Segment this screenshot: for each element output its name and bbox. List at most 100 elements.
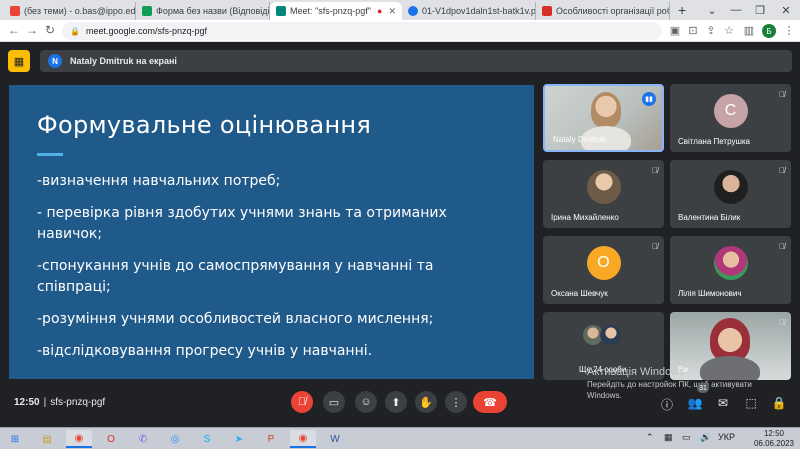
system-clock[interactable]: 12:50 06.06.2023: [752, 429, 796, 449]
people-icon[interactable]: 👥: [687, 396, 703, 410]
keyboard-language[interactable]: УКР: [718, 432, 735, 442]
tab-label: 01-V1dpov1daln1st-batk1v.pd: [422, 6, 536, 16]
camera-toggle-button[interactable]: ▭: [323, 391, 345, 413]
side-panel-icon[interactable]: ▥: [742, 24, 756, 37]
battery-icon[interactable]: ▭: [682, 432, 691, 443]
reactions-button[interactable]: ☺: [355, 391, 377, 413]
meeting-info: 12:50 | sfs-pnzq-pgf: [14, 397, 105, 408]
telegram-icon[interactable]: ➤: [226, 430, 252, 448]
share-icon[interactable]: ⇪: [704, 24, 718, 37]
translate-icon[interactable]: ⊡: [686, 24, 700, 37]
participant-tile[interactable]: 🎙̸ Ірина Михайленко: [543, 160, 664, 228]
meeting-code: sfs-pnzq-pgf: [50, 397, 106, 408]
powerpoint-icon[interactable]: P: [258, 430, 284, 448]
window-close-icon[interactable]: ✕: [774, 0, 798, 20]
participant-name: Оксана Шевчук: [551, 289, 608, 298]
browser-tab-strip: (без теми) - o.bas@ippo.edu. ✕ Форма без…: [0, 0, 800, 20]
participant-video: [591, 92, 621, 128]
tray-up-icon[interactable]: ⌃: [646, 432, 654, 443]
chat-icon[interactable]: ✉: [715, 396, 731, 410]
tab-label: Форма без назви (Відповіді): [156, 6, 270, 16]
maximize-icon[interactable]: ❐: [748, 0, 772, 20]
clock-time: 12:50: [763, 429, 785, 438]
raise-hand-button[interactable]: ✋: [415, 391, 437, 413]
meeting-time: 12:50: [14, 397, 40, 408]
forward-icon[interactable]: →: [24, 23, 40, 37]
slide-bullet: -визначення навчальних потреб;: [37, 173, 281, 189]
page-icon: [542, 6, 552, 16]
slide-bullet: - перевірка рівня здобутих учнями знань …: [37, 205, 447, 242]
tab-label: Особливості організації робо: [556, 6, 670, 16]
slide-bullet: -спонукання учнів до самоспрямування у н…: [37, 258, 434, 295]
mic-toggle-button[interactable]: 🎙̸: [291, 391, 313, 413]
speaking-indicator-icon: ▮▮: [642, 92, 656, 106]
back-icon[interactable]: ←: [6, 23, 22, 37]
tab-sheets[interactable]: Форма без назви (Відповіді) ✕: [136, 2, 270, 20]
tab-pdf[interactable]: 01-V1dpov1daln1st-batk1v.pd ✕: [402, 2, 536, 20]
profile-avatar[interactable]: Б: [762, 24, 776, 38]
stop-presenting-icon[interactable]: ▦: [8, 50, 30, 72]
viber-icon[interactable]: ✆: [130, 430, 156, 448]
separator: |: [43, 397, 47, 408]
reload-icon[interactable]: ↻: [42, 23, 58, 37]
tab-label: (без теми) - o.bas@ippo.edu.: [24, 6, 136, 16]
participant-name: Ірина Михайленко: [551, 213, 619, 222]
chrome-icon[interactable]: ◉: [290, 430, 316, 448]
participant-tile[interactable]: С 🎙̸ Світлана Петрушка: [670, 84, 791, 152]
camera-icon[interactable]: ▣: [668, 24, 682, 37]
host-controls-icon[interactable]: 🔒: [771, 396, 787, 410]
participant-count-badge: 31: [697, 383, 709, 393]
menu-icon[interactable]: ⋮: [782, 24, 796, 37]
more-options-button[interactable]: ⋮: [445, 391, 467, 413]
word-icon[interactable]: W: [322, 430, 348, 448]
present-button[interactable]: ⬆: [385, 391, 407, 413]
network-icon[interactable]: ▦: [664, 432, 673, 443]
address-toolbar: ← → ↻ 🔒 meet.google.com/sfs-pnzq-pgf ▣ ⊡…: [0, 20, 800, 42]
gmail-icon: [10, 6, 20, 16]
meet-stage: ▦ N Nataly Dmitruk на екрані Формувальне…: [0, 42, 800, 427]
recording-dot-icon: ●: [376, 6, 383, 16]
bookmark-icon[interactable]: ☆: [722, 24, 736, 37]
participant-avatar: С: [713, 94, 748, 128]
tab-article[interactable]: Особливості організації робо ✕: [536, 2, 670, 20]
tab-gmail[interactable]: (без теми) - o.bas@ippo.edu. ✕: [4, 2, 136, 20]
participant-tile[interactable]: 🎙̸ Валентина Білик: [670, 160, 791, 228]
lock-icon: 🔒: [70, 26, 80, 36]
participant-name: Лілія Шимонович: [678, 289, 742, 298]
meet-icon: [276, 6, 286, 16]
file-explorer-icon[interactable]: ▤: [34, 430, 60, 448]
opera-icon[interactable]: O: [98, 430, 124, 448]
tab-search-icon[interactable]: ⌄: [700, 0, 724, 20]
presentation-slide: Формувальне оцінювання -визначення навча…: [9, 85, 534, 379]
leave-call-button[interactable]: ☎: [473, 391, 507, 413]
presenter-avatar: N: [48, 54, 62, 68]
close-icon[interactable]: ✕: [384, 6, 396, 17]
mic-muted-icon: 🎙̸: [779, 90, 785, 99]
more-participants-avatars: [581, 324, 622, 346]
participant-tile[interactable]: 🎙̸ Лілія Шимонович: [670, 236, 791, 304]
meeting-details-icon[interactable]: ⓘ: [659, 396, 675, 413]
participant-avatar: [713, 246, 748, 280]
zoom-icon[interactable]: ◎: [162, 430, 188, 448]
pdf-icon: [408, 6, 418, 16]
mic-muted-icon: 🎙̸: [779, 166, 785, 175]
participant-avatar: [713, 170, 748, 204]
participant-tile[interactable]: О 🎙̸ Оксана Шевчук: [543, 236, 664, 304]
new-tab-button[interactable]: +: [678, 2, 686, 18]
participant-name: Світлана Петрушка: [678, 137, 750, 146]
presenter-banner-text: Nataly Dmitruk на екрані: [70, 56, 177, 66]
skype-icon[interactable]: S: [194, 430, 220, 448]
presenter-banner: N Nataly Dmitruk на екрані: [40, 50, 792, 72]
participant-tile[interactable]: ▮▮ Nataly Dmitruk: [543, 84, 664, 152]
slide-title: Формувальне оцінювання: [37, 111, 372, 139]
minimize-icon[interactable]: —: [724, 0, 748, 20]
windows-start-icon[interactable]: ⊞: [2, 430, 28, 448]
participant-name: Nataly Dmitruk: [553, 135, 606, 144]
activities-icon[interactable]: ⬚: [743, 396, 759, 410]
url-bar[interactable]: 🔒 meet.google.com/sfs-pnzq-pgf: [62, 22, 662, 40]
chrome-icon[interactable]: ◉: [66, 430, 92, 448]
volume-icon[interactable]: 🔊: [700, 432, 711, 443]
watermark-title: Активація Windows: [587, 366, 685, 378]
meet-control-bar: 12:50 | sfs-pnzq-pgf 🎙̸ ▭ ☺ ⬆ ✋ ⋮ ☎ ⓘ 👥 ✉ …: [0, 387, 800, 427]
tab-meet[interactable]: Meet: "sfs-pnzq-pgf" ● ✕: [270, 2, 402, 20]
